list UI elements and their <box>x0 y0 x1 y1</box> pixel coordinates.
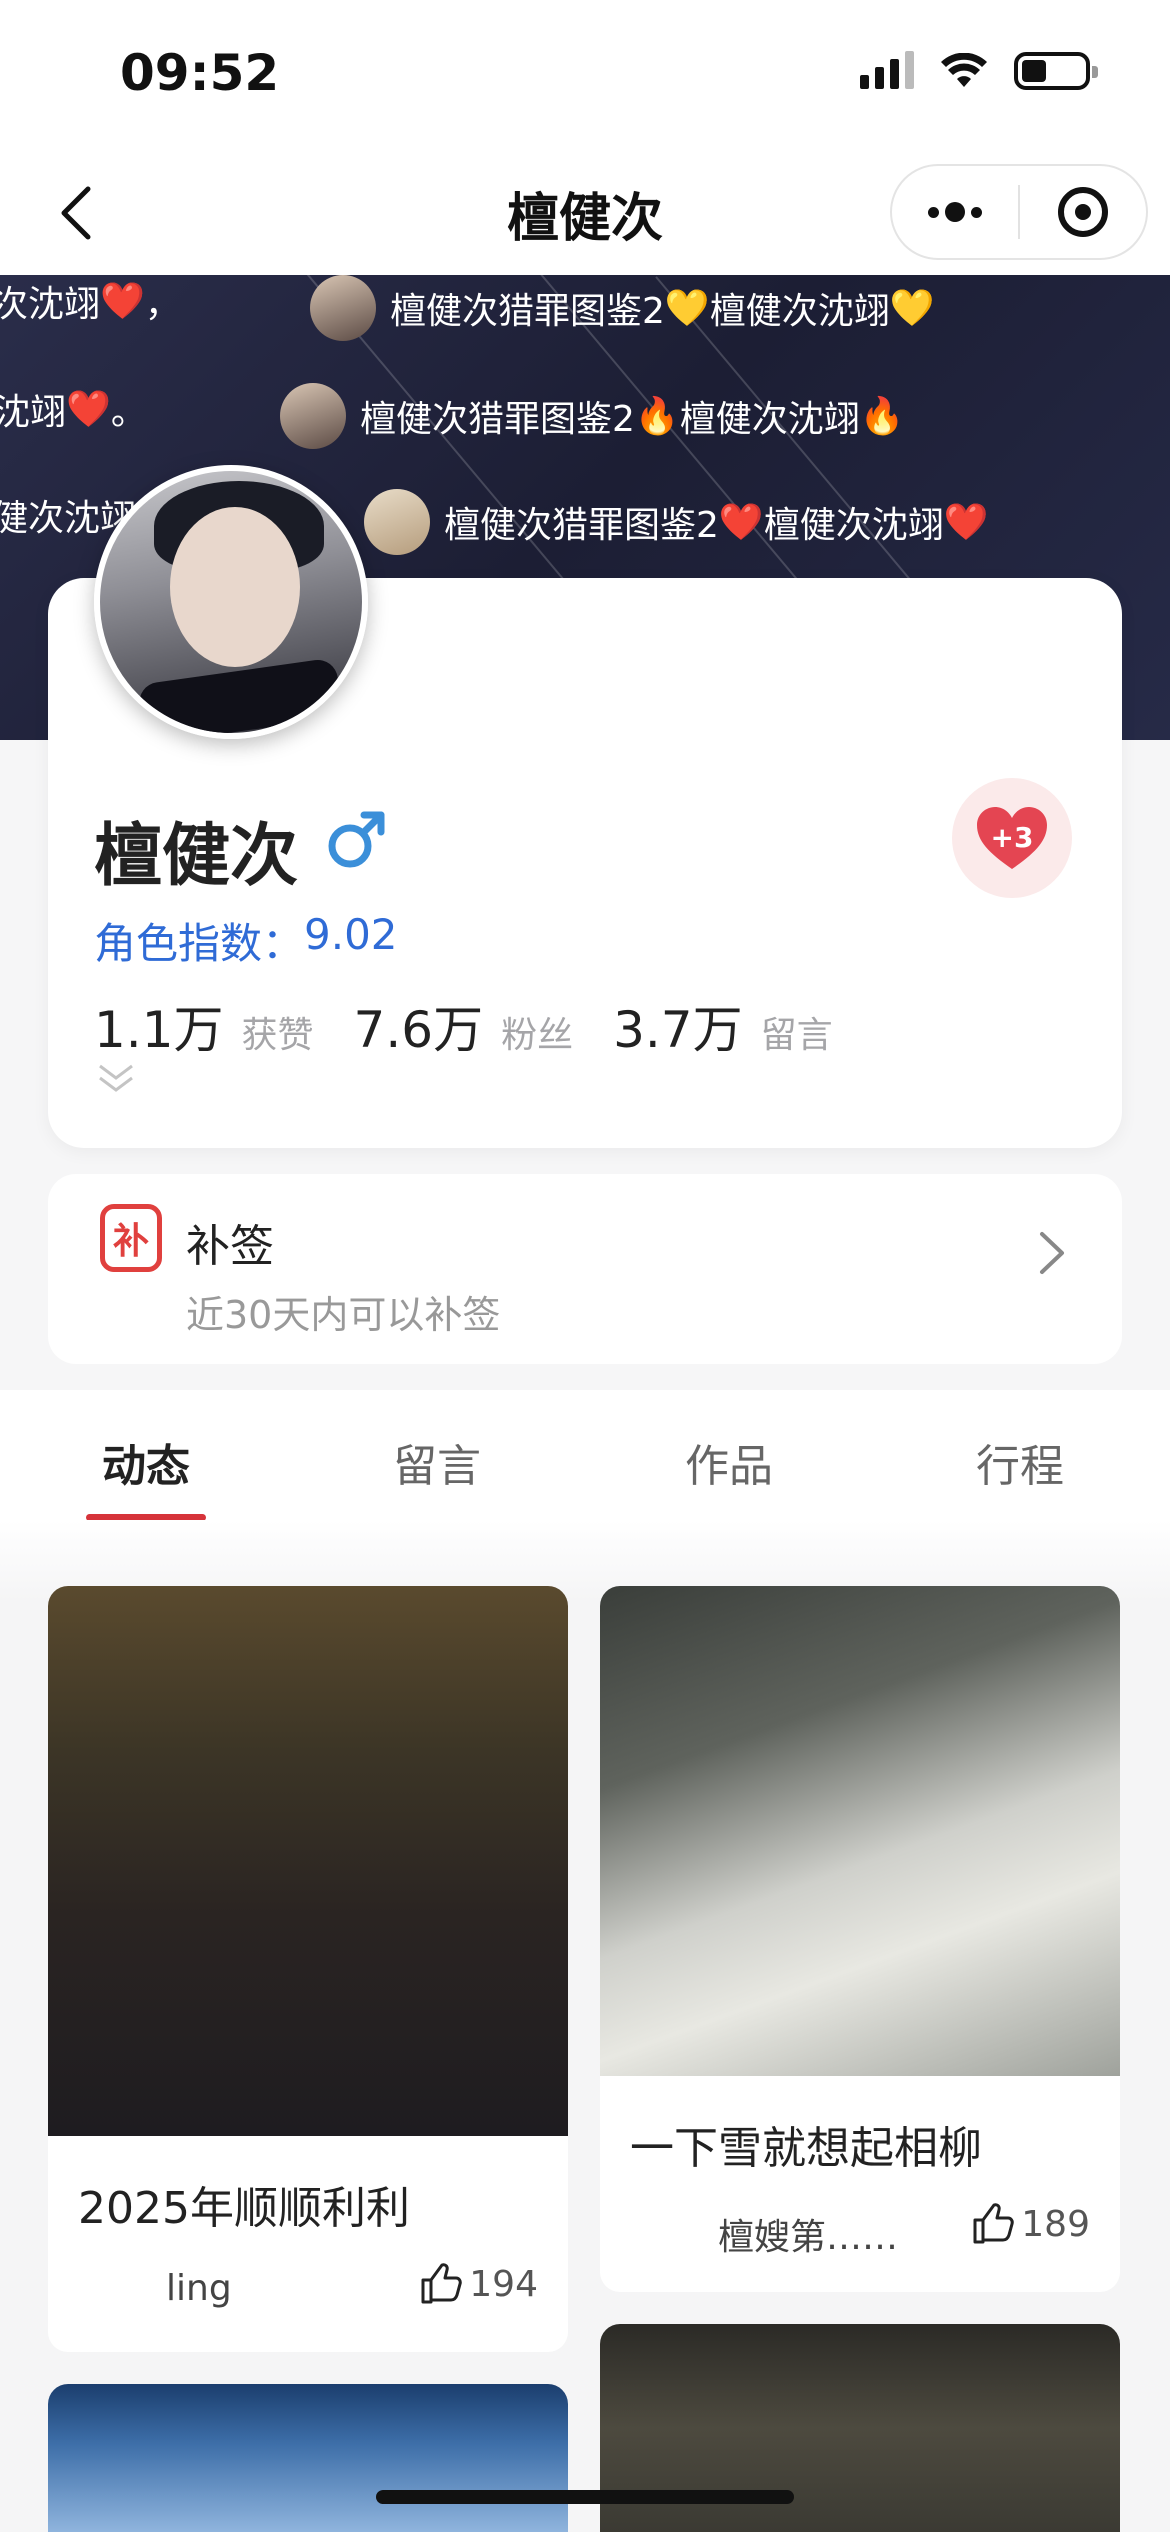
tab-messages[interactable]: 留言 <box>327 1430 547 1494</box>
chevron-right-icon <box>1040 1232 1064 1274</box>
card-author: ling <box>166 2268 232 2309</box>
checkin-icon: 补 <box>100 1204 162 1272</box>
barrage-avatar <box>310 275 376 341</box>
barrage-item: 檀健次猎罪图鉴2 ❤️ 檀健次沈翊 ❤️ <box>364 489 989 555</box>
battery-icon <box>1014 52 1098 90</box>
barrage-item: 檀健次猎罪图鉴2 💛 檀健次沈翊 💛 <box>310 275 935 341</box>
tab-schedule[interactable]: 行程 <box>910 1430 1130 1494</box>
status-icons <box>860 51 1098 90</box>
feed-card[interactable]: 一下雪就想起相柳 檀嫂第…… 189 <box>600 1586 1120 2292</box>
heart-icon: +3 <box>975 805 1049 871</box>
profile-name: 檀健次 <box>94 817 299 896</box>
stat-fans: 7.6万 粉丝 <box>353 1001 574 1059</box>
like-count-badge: +3 <box>990 821 1034 854</box>
thumbs-up-icon <box>973 2203 1015 2244</box>
role-index-value: 9.02 <box>304 910 398 959</box>
status-time: 09:52 <box>120 44 280 102</box>
card-image <box>48 1586 568 2136</box>
status-bar: 09:52 <box>0 0 1170 150</box>
card-image <box>48 2384 568 2532</box>
close-miniprogram-button[interactable] <box>1020 166 1146 258</box>
wifi-icon <box>941 53 987 87</box>
home-indicator <box>376 2490 794 2504</box>
card-author: 檀嫂第…… <box>718 2217 899 2258</box>
like-button[interactable]: +3 <box>952 778 1072 898</box>
card-title: 2025年顺顺利利 <box>78 2183 410 2234</box>
barrage-item: 次沈翊 ❤️， <box>0 281 181 325</box>
feed-card[interactable]: 2025年顺顺利利 ling 194 <box>48 1586 568 2352</box>
tab-works[interactable]: 作品 <box>619 1430 839 1494</box>
target-icon <box>1058 187 1108 237</box>
barrage-item: 沈翊 ❤️。 <box>0 389 147 433</box>
feed-card[interactable] <box>48 2384 568 2532</box>
tab-activity[interactable]: 动态 <box>36 1430 256 1494</box>
barrage-avatar <box>280 383 346 449</box>
thumbs-up-icon <box>421 2263 463 2304</box>
checkin-card[interactable]: 补 补签 近30天内可以补签 <box>48 1174 1122 1364</box>
more-dots-icon <box>928 202 982 222</box>
barrage-avatar <box>364 489 430 555</box>
barrage-item: 檀健次猎罪图鉴2 🔥 檀健次沈翊 🔥 <box>280 383 905 449</box>
more-button[interactable] <box>892 166 1018 258</box>
stat-likes: 1.1万 获赞 <box>94 1001 314 1059</box>
card-likes[interactable]: 189 <box>971 2202 1090 2246</box>
card-likes[interactable]: 194 <box>419 2262 538 2306</box>
checkin-subtitle: 近30天内可以补签 <box>186 1293 501 1337</box>
male-icon <box>328 811 385 868</box>
role-index[interactable]: 角色指数： 9.02 <box>94 910 398 971</box>
mini-program-capsule <box>890 164 1148 260</box>
profile-stats: 1.1万 获赞 7.6万 粉丝 3.7万 留言 <box>94 990 873 1062</box>
stat-messages: 3.7万 留言 <box>613 1001 833 1059</box>
checkin-title: 补签 <box>186 1221 274 1272</box>
signal-icon <box>860 51 914 89</box>
tab-bar: 动态 留言 作品 行程 <box>0 1390 1170 1521</box>
nav-bar: 檀健次 <box>0 150 1170 275</box>
card-title: 一下雪就想起相柳 <box>630 2123 982 2174</box>
profile-avatar[interactable] <box>94 465 368 739</box>
role-index-label: 角色指数： <box>94 919 305 968</box>
card-image <box>600 1586 1120 2076</box>
expand-chevron-icon[interactable] <box>96 1062 136 1096</box>
